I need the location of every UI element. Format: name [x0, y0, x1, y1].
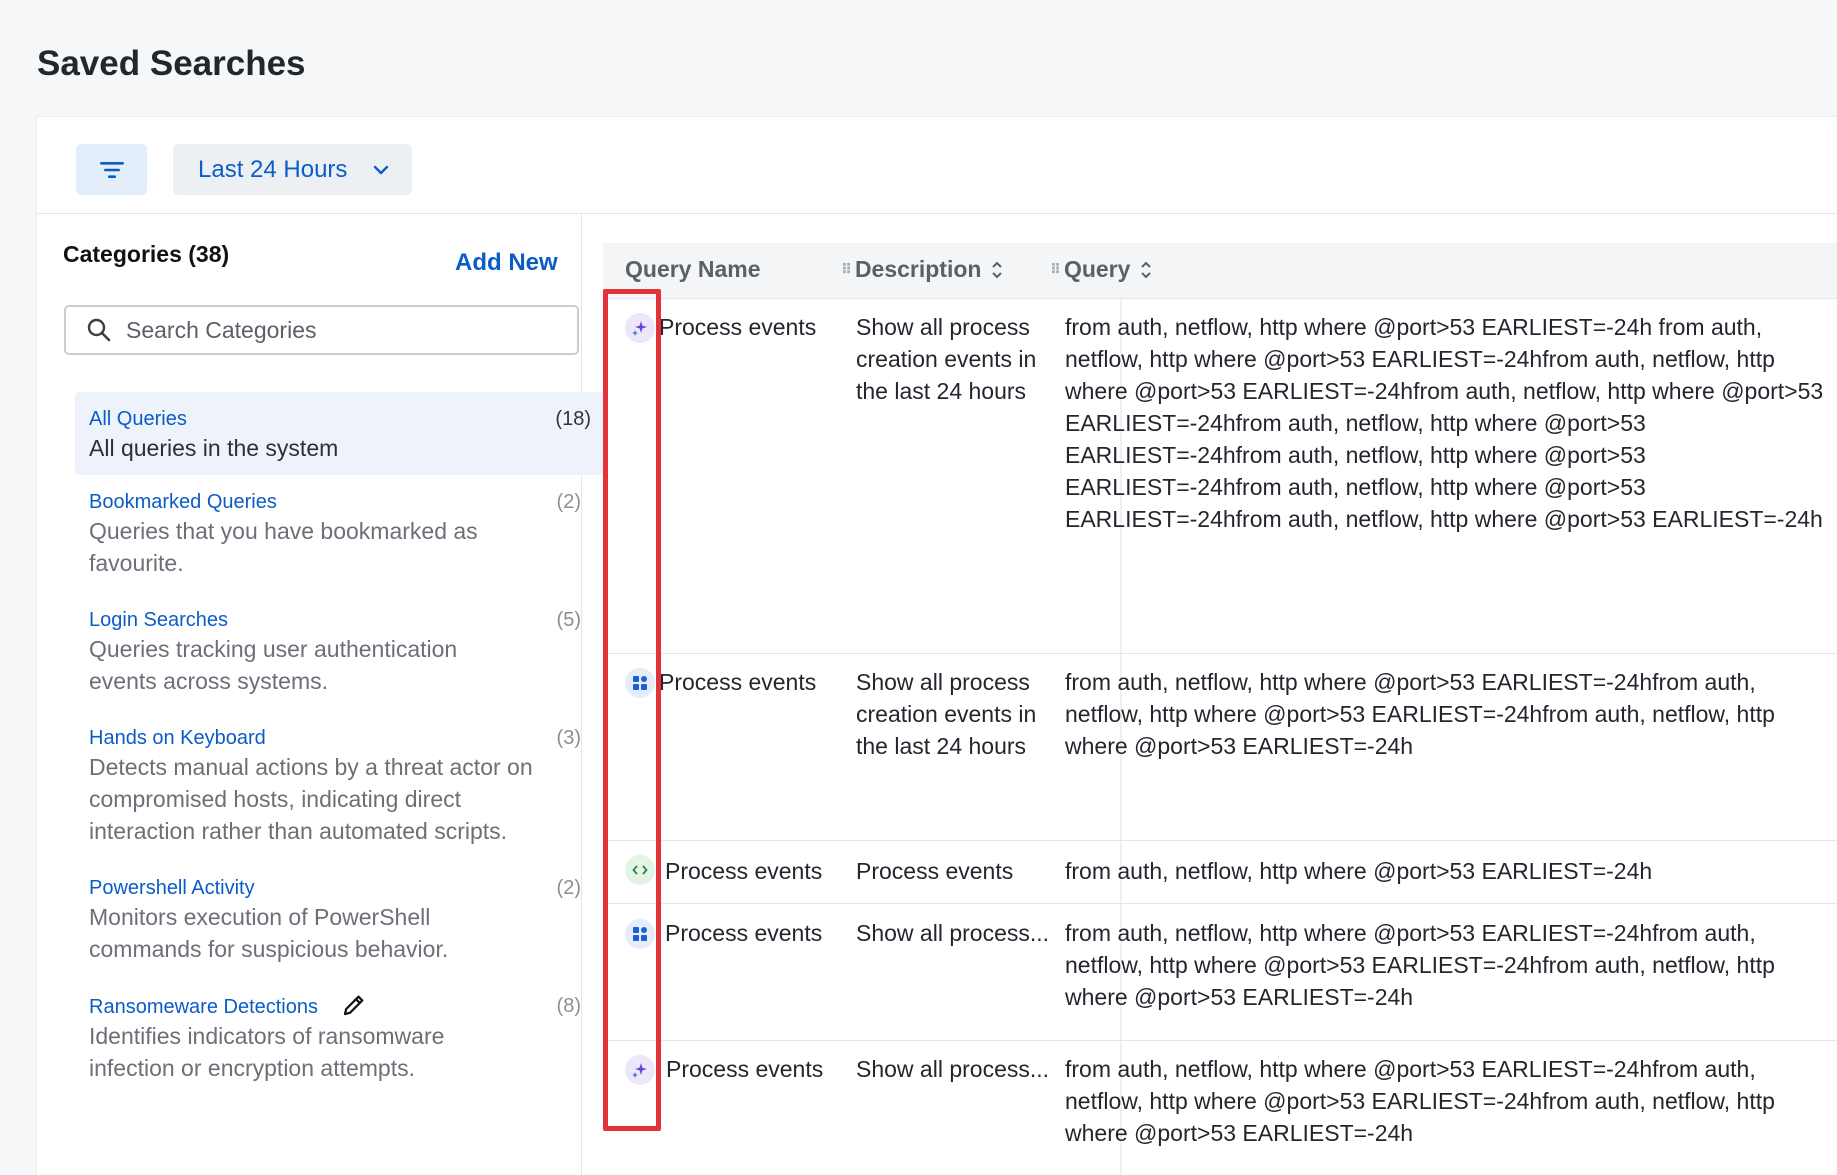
query-name: Process events	[666, 1056, 824, 1082]
filter-icon	[99, 161, 124, 178]
column-header-query[interactable]: ⠿ Query	[1050, 256, 1153, 283]
drag-handle-icon[interactable]: ⠿	[1050, 261, 1061, 278]
category-count: (3)	[556, 727, 581, 749]
categories-title: Categories (38)	[63, 241, 230, 267]
query-name: Process events	[659, 314, 817, 340]
query-text: from auth, netflow, http where @port>53 …	[1065, 920, 1775, 1010]
search-icon	[87, 318, 111, 342]
category-count: (2)	[556, 491, 581, 513]
category-description: Monitors execution of PowerShell command…	[89, 904, 449, 962]
sparkle-icon	[625, 313, 655, 343]
query-description: Show all process creation events in the …	[856, 669, 1037, 759]
category-description: Queries that you have bookmarked as favo…	[89, 518, 478, 576]
query-text: from auth, netflow, http where @port>53 …	[1065, 669, 1775, 759]
category-description: Identifies indicators of ransomware infe…	[89, 1023, 445, 1081]
category-description: Queries tracking user authentication eve…	[89, 636, 458, 694]
time-range-label: Last 24 Hours	[198, 155, 348, 183]
query-description: Show all process creation events in the …	[856, 314, 1037, 404]
queries-table: Query Name ⠿ Description ⠿ Query Process…	[603, 243, 1837, 1175]
category-item-login-searches[interactable]: Login Searches (5) Queries tracking user…	[75, 593, 595, 711]
add-new-button[interactable]: Add New	[455, 249, 558, 277]
sort-icon[interactable]	[990, 259, 1004, 281]
table-row[interactable]: Process events Process events from auth,…	[603, 841, 1837, 904]
query-name: Process events	[665, 858, 823, 884]
category-name: All Queries	[89, 408, 187, 430]
category-description: All queries in the system	[89, 435, 339, 461]
query-text: from auth, netflow, http where @port>53 …	[1065, 858, 1653, 884]
query-name: Process events	[665, 920, 823, 946]
chevron-down-icon	[373, 165, 389, 175]
drag-handle-icon[interactable]: ⠿	[841, 261, 852, 278]
search-categories-input[interactable]	[126, 316, 546, 344]
category-item-hands-on-keyboard[interactable]: Hands on Keyboard (3) Detects manual act…	[75, 711, 595, 861]
category-count: (5)	[556, 609, 581, 631]
category-item-powershell-activity[interactable]: Powershell Activity (2) Monitors executi…	[75, 861, 595, 979]
table-row[interactable]: Process events Show all process... from …	[603, 904, 1837, 1041]
grid-icon	[625, 668, 655, 698]
filter-button[interactable]	[76, 144, 147, 195]
category-item-all-queries[interactable]: All Queries (18) All queries in the syst…	[75, 392, 605, 475]
search-categories-field[interactable]	[64, 305, 579, 355]
category-item-bookmarked-queries[interactable]: Bookmarked Queries (2) Queries that you …	[75, 475, 595, 593]
table-row[interactable]: Process events Show all process creation…	[603, 299, 1837, 654]
time-range-dropdown[interactable]: Last 24 Hours	[173, 144, 412, 195]
category-list: All Queries (18) All queries in the syst…	[75, 392, 605, 1098]
table-header: Query Name ⠿ Description ⠿ Query	[603, 243, 1837, 299]
category-count: (2)	[556, 877, 581, 899]
toolbar: Last 24 Hours	[37, 117, 1837, 214]
page-title: Saved Searches	[37, 44, 306, 83]
edit-pencil-icon[interactable]	[342, 993, 366, 1017]
category-name: Hands on Keyboard	[89, 727, 266, 749]
category-name: Bookmarked Queries	[89, 491, 277, 513]
grid-icon	[625, 919, 655, 949]
query-name: Process events	[659, 669, 817, 695]
category-name: Login Searches	[89, 609, 228, 631]
table-row[interactable]: Process events Show all process... from …	[603, 1041, 1837, 1175]
column-header-query-name[interactable]: Query Name	[625, 256, 761, 283]
category-name: Powershell Activity	[89, 877, 255, 899]
category-description: Detects manual actions by a threat actor…	[89, 754, 533, 844]
category-name: Ransomeware Detections	[89, 996, 318, 1018]
sparkle-icon	[625, 1055, 655, 1085]
saved-searches-panel: Last 24 Hours Categories (38) Add New Al…	[36, 116, 1837, 1175]
query-description: Process events	[856, 858, 1014, 884]
categories-sidebar: Categories (38) Add New All Queries (18)…	[37, 214, 605, 1175]
sort-icon[interactable]	[1139, 259, 1153, 281]
category-item-ransomware-detections[interactable]: Ransomeware Detections (8) Identifies in…	[75, 979, 595, 1098]
column-header-description[interactable]: ⠿ Description	[841, 256, 1004, 283]
query-text: from auth, netflow, http where @port>53 …	[1065, 1056, 1775, 1146]
category-count: (8)	[556, 995, 581, 1017]
table-row[interactable]: Process events Show all process creation…	[603, 654, 1837, 841]
query-text: from auth, netflow, http where @port>53 …	[1065, 314, 1824, 532]
category-count: (18)	[555, 408, 591, 430]
code-icon	[625, 855, 655, 885]
